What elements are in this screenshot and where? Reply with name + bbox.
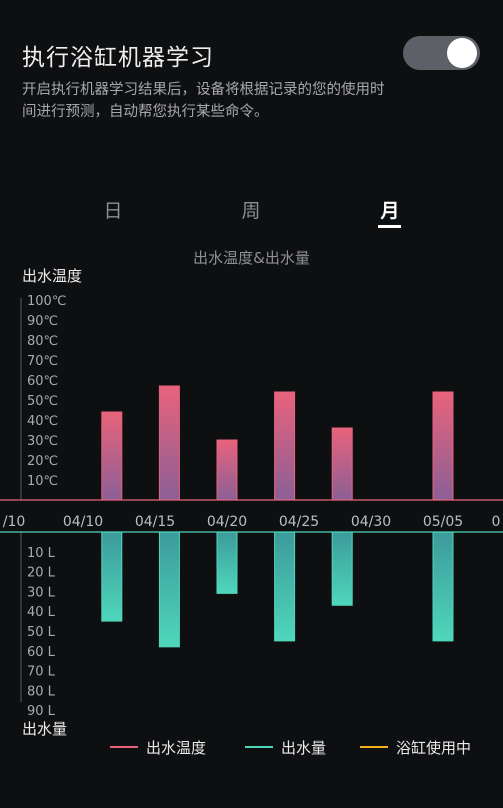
toggle-knob	[447, 38, 477, 68]
tab-month[interactable]: 月	[370, 196, 410, 223]
volume-tick-label: 30 L	[27, 585, 56, 600]
legend-volume-label: 出水量	[281, 739, 327, 757]
volume-tick-label: 70 L	[27, 665, 56, 680]
temperature-bar	[274, 391, 296, 501]
temperature-tick-label: 80℃	[27, 334, 58, 349]
tab-week[interactable]: 周	[231, 196, 271, 223]
temperature-tick-label: 60℃	[27, 374, 58, 389]
temperature-tick-label: 40℃	[27, 414, 58, 429]
legend-temperature-swatch	[110, 745, 138, 748]
temperature-axis-title: 出水温度	[22, 267, 83, 285]
legend-volume-swatch	[245, 745, 273, 748]
volume-bar	[274, 531, 296, 642]
volume-tick-label: 80 L	[27, 684, 56, 699]
temperature-tick-label: 100℃	[27, 294, 66, 309]
legend-temperature: 出水温度	[110, 737, 206, 758]
x-tick-label: 05/05	[423, 514, 463, 530]
feature-description: 开启执行机器学习结果后，设备将根据记录的您的使用时间进行预测，自动帮您执行某些命…	[22, 82, 385, 120]
temperature-bar	[101, 411, 123, 501]
x-tick-label: 04/20	[207, 514, 247, 530]
temperature-tick-label: 50℃	[27, 394, 58, 409]
volume-bar	[331, 531, 353, 606]
temperature-tick-label: 30℃	[27, 434, 58, 449]
x-tick-label: 04/10	[63, 514, 103, 530]
tab-day[interactable]: 日	[93, 196, 133, 223]
x-tick-label: 04/25	[279, 514, 319, 530]
volume-bar	[101, 531, 123, 622]
x-tick-label: 04/15	[135, 514, 175, 530]
volume-tick-label: 60 L	[27, 645, 56, 660]
temperature-bar	[331, 427, 353, 501]
page-title: 执行浴缸机器学习	[22, 45, 214, 71]
legend-in-use: 浴缸使用中	[360, 737, 471, 758]
volume-tick-label: 90 L	[27, 704, 56, 715]
x-tick-label: 0	[492, 514, 501, 530]
temperature-bar	[216, 439, 238, 501]
volume-tick-label: 40 L	[27, 605, 56, 620]
temp-volume-chart: 100℃ 90℃ 80℃ 70℃ 60℃ 50℃ 40℃ 30℃ 20℃ 10℃ 10 L 20 L…	[0, 294, 503, 715]
x-tick-label: 04/30	[351, 514, 391, 530]
temperature-tick-label: 20℃	[27, 454, 58, 469]
volume-bar	[432, 531, 454, 642]
active-tab-indicator	[378, 225, 401, 228]
chart-legend: 出水温度 出水量 浴缸使用中	[110, 737, 490, 757]
volume-tick-label: 20 L	[27, 566, 56, 581]
volume-tick-label: 50 L	[27, 625, 56, 640]
legend-in-use-swatch	[360, 745, 388, 748]
legend-in-use-label: 浴缸使用中	[396, 739, 472, 757]
temperature-tick-label: 90℃	[27, 314, 58, 329]
temperature-bar	[158, 385, 180, 501]
legend-temperature-label: 出水温度	[146, 739, 207, 757]
volume-tick-label: 10 L	[27, 546, 56, 561]
temperature-bar	[432, 391, 454, 501]
volume-bar	[216, 531, 238, 594]
temperature-tick-label: 70℃	[27, 354, 58, 369]
legend-volume: 出水量	[245, 737, 326, 758]
volume-axis-title: 出水量	[22, 720, 68, 738]
temperature-tick-label: 10℃	[27, 474, 58, 489]
volume-bar	[158, 531, 180, 648]
ml-toggle-switch[interactable]	[403, 36, 480, 70]
x-tick-label: /10	[3, 514, 26, 530]
